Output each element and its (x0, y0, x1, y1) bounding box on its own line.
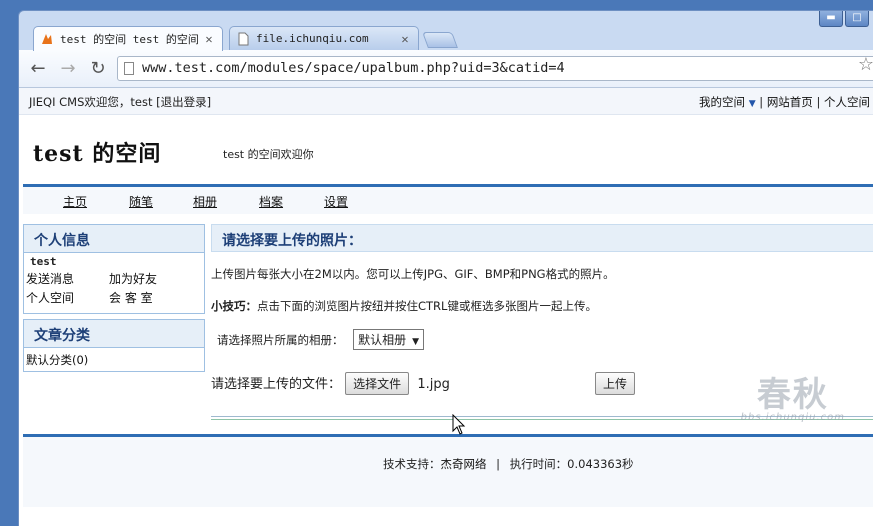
my-space-link[interactable]: 我的空间 (699, 95, 745, 109)
personal-space-link[interactable]: 个人空间 (26, 289, 109, 306)
watermark-main: 春秋 (756, 375, 829, 415)
upload-title: 请选择要上传的照片： (211, 224, 873, 252)
tab-strip: test 的空间 test 的空间 ✕ file.ichunqiu.com ✕ (33, 26, 458, 51)
add-friend-link[interactable]: 加为好友 (109, 270, 189, 287)
support-label: 技术支持： (383, 457, 441, 471)
page-icon (124, 62, 134, 75)
welcome-prefix: JIEQI CMS欢迎您，test (29, 95, 157, 109)
upload-button[interactable]: 上传 (595, 372, 636, 395)
separator: | (496, 457, 501, 471)
separator: | (816, 95, 821, 109)
personal-info-title: 个人信息 (24, 225, 204, 253)
username: test (30, 255, 57, 268)
watermark-sub: bbs.ichunqiu.com (740, 412, 845, 423)
category-box: 文章分类 默认分类(0) (23, 319, 205, 372)
separator: | (759, 95, 764, 109)
album-select[interactable]: 默认相册 ▼ (353, 329, 425, 350)
upload-tip: 小技巧：点击下面的浏览图片按纽并按住CTRL键或框选多张图片一起上传。 (211, 298, 597, 314)
space-welcome: test 的空间欢迎你 (223, 148, 314, 161)
tab-close-icon[interactable]: ✕ (398, 32, 412, 46)
file-name: 1.jpg (417, 377, 450, 392)
page-title: test 的空间 (33, 141, 162, 167)
new-tab-button[interactable] (422, 32, 458, 48)
url-text: www.test.com/modules/space/upalbum.php?u… (142, 60, 565, 76)
space-nav: 主页 随笔 相册 档案 设置 (23, 184, 873, 214)
tab-title: file.ichunqiu.com (256, 32, 369, 45)
caret-down-icon[interactable]: ▼ (749, 99, 756, 109)
home-link[interactable]: 网站首页 (767, 95, 813, 109)
tab-active[interactable]: test 的空间 test 的空间 ✕ (33, 26, 223, 51)
maximize-icon[interactable]: □ (845, 11, 869, 27)
logout-link[interactable]: [退出登录] (156, 95, 211, 109)
top-links: 我的空间 ▼ | 网站首页 | 个人空间 (699, 94, 870, 110)
site-logo-icon (42, 34, 52, 44)
personal-space-link[interactable]: 个人空间 (824, 95, 870, 109)
choose-file-button[interactable]: 选择文件 (345, 372, 410, 395)
nav-album[interactable]: 相册 (193, 193, 217, 210)
tab-title: test 的空间 test 的空间 (60, 33, 199, 46)
bookmark-star-icon[interactable]: ☆ (858, 54, 873, 75)
minimize-icon[interactable]: ▬ (819, 11, 843, 27)
back-icon[interactable]: ← (27, 58, 49, 80)
tip-text: 点击下面的浏览图片按纽并按住CTRL键或框选多张图片一起上传。 (257, 299, 597, 313)
browser-window: ▬ □ test 的空间 test 的空间 ✕ file.ichunqiu.co… (18, 10, 873, 526)
upload-button-wrap: 上传 (595, 372, 636, 395)
category-item[interactable]: 默认分类(0) (26, 353, 88, 367)
tab-file[interactable]: file.ichunqiu.com ✕ (229, 26, 419, 50)
file-row: 请选择要上传的文件： 选择文件 1.jpg (211, 372, 450, 395)
category-list: 默认分类(0) (24, 348, 204, 372)
welcome-text: JIEQI CMS欢迎您，test [退出登录] (29, 94, 211, 110)
window-controls: ▬ □ (819, 11, 869, 27)
guest-room-link[interactable]: 会 客 室 (109, 289, 189, 306)
watermark-logo: 春秋 bbs.ichunqiu.com (741, 367, 845, 423)
forward-icon[interactable]: → (57, 58, 79, 80)
album-label: 请选择照片所属的相册： (217, 333, 344, 347)
tab-close-icon[interactable]: ✕ (202, 32, 216, 46)
category-title: 文章分类 (24, 320, 204, 348)
upload-panel: 请选择要上传的照片： 上传图片每张大小在2M以内。您可以上传JPG、GIF、BM… (211, 224, 873, 420)
upload-description: 上传图片每张大小在2M以内。您可以上传JPG、GIF、BMP和PNG格式的照片。 (211, 267, 615, 281)
reload-icon[interactable]: ↻ (87, 58, 109, 80)
nav-home[interactable]: 主页 (63, 193, 87, 210)
album-selected: 默认相册 (358, 333, 407, 347)
nav-settings[interactable]: 设置 (324, 193, 348, 210)
support-link[interactable]: 杰奇网络 (441, 457, 487, 471)
top-bar: JIEQI CMS欢迎您，test [退出登录] 我的空间 ▼ | 网站首页 |… (19, 88, 873, 115)
album-row: 请选择照片所属的相册： 默认相册 ▼ (217, 329, 425, 350)
browser-toolbar: ← → ↻ www.test.com/modules/space/upalbum… (19, 50, 873, 88)
execution-time: 执行时间：0.043363秒 (509, 457, 634, 471)
file-label: 请选择要上传的文件： (211, 377, 342, 392)
send-message-link[interactable]: 发送消息 (26, 270, 109, 287)
web-page: JIEQI CMS欢迎您，test [退出登录] 我的空间 ▼ | 网站首页 |… (19, 88, 873, 526)
personal-info-box: 个人信息 test 发送消息 加为好友 个人空间 会 客 室 (23, 224, 205, 314)
footer: 技术支持：杰奇网络 | 执行时间：0.043363秒 (23, 437, 873, 507)
footer-text: 技术支持：杰奇网络 | 执行时间：0.043363秒 (383, 456, 634, 472)
dropdown-arrow-icon: ▼ (412, 337, 420, 347)
nav-essays[interactable]: 随笔 (129, 193, 153, 210)
nav-archive[interactable]: 档案 (259, 193, 283, 210)
tip-label: 小技巧： (211, 299, 257, 313)
page-icon (238, 32, 249, 45)
address-bar[interactable]: www.test.com/modules/space/upalbum.php?u… (117, 56, 873, 81)
personal-links: 发送消息 加为好友 个人空间 会 客 室 (24, 270, 204, 306)
mouse-cursor-icon (452, 414, 466, 435)
